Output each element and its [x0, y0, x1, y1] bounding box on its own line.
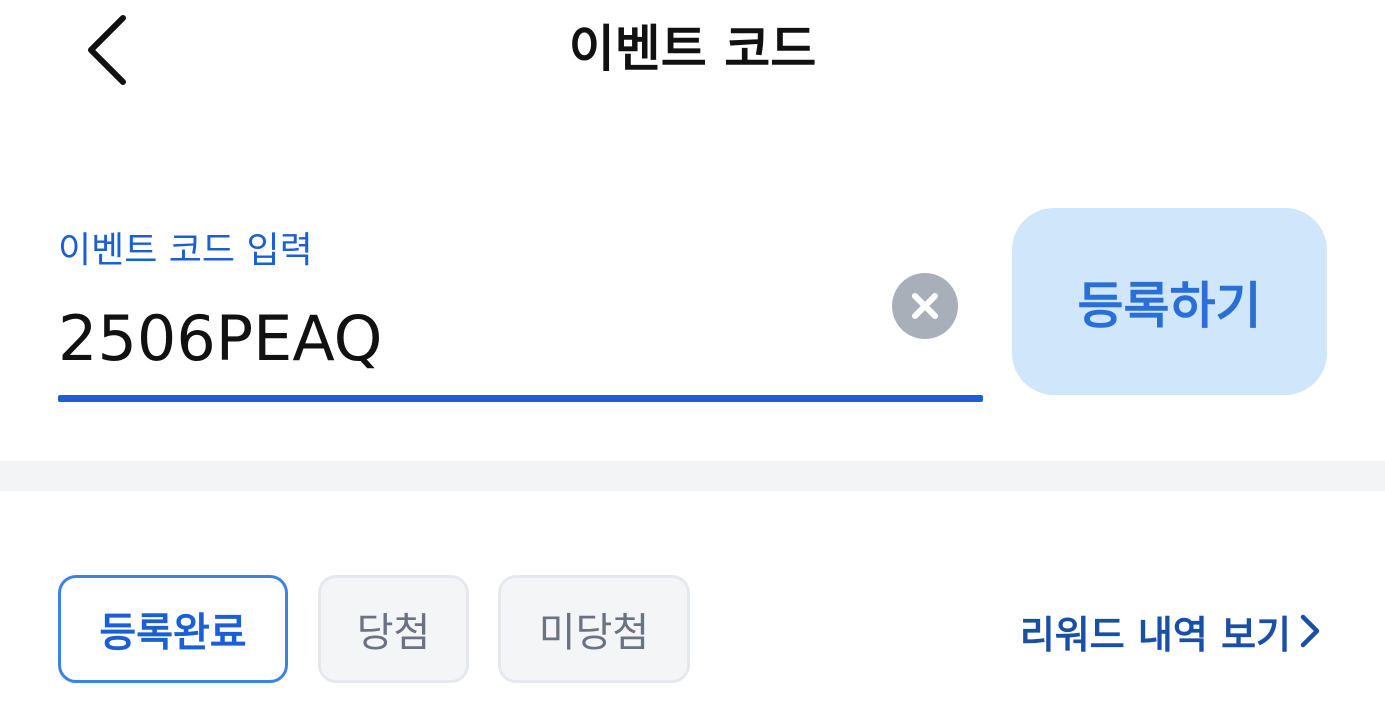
reward-history-link[interactable]: 리워드 내역 보기	[1020, 605, 1321, 657]
page-title: 이벤트 코드	[568, 20, 817, 78]
section-divider	[0, 461, 1385, 491]
input-underline	[58, 395, 983, 402]
filter-chip-registered[interactable]: 등록완료	[58, 575, 288, 683]
filter-chip-not-won[interactable]: 미당첨	[498, 575, 690, 683]
event-code-field: 이벤트 코드 입력	[58, 220, 983, 402]
chevron-right-icon	[1299, 613, 1321, 649]
event-code-input[interactable]	[58, 298, 878, 378]
filter-chip-won[interactable]: 당첨	[318, 575, 469, 683]
event-code-label: 이벤트 코드 입력	[58, 230, 313, 271]
filter-row: 등록완료 당첨 미당첨 리워드 내역 보기	[0, 575, 1385, 687]
register-button[interactable]: 등록하기	[1012, 208, 1327, 395]
clear-circle-icon	[912, 293, 938, 319]
reward-history-label: 리워드 내역 보기	[1019, 612, 1291, 657]
clear-button[interactable]	[892, 273, 958, 339]
header: 이벤트 코드	[0, 0, 1385, 110]
